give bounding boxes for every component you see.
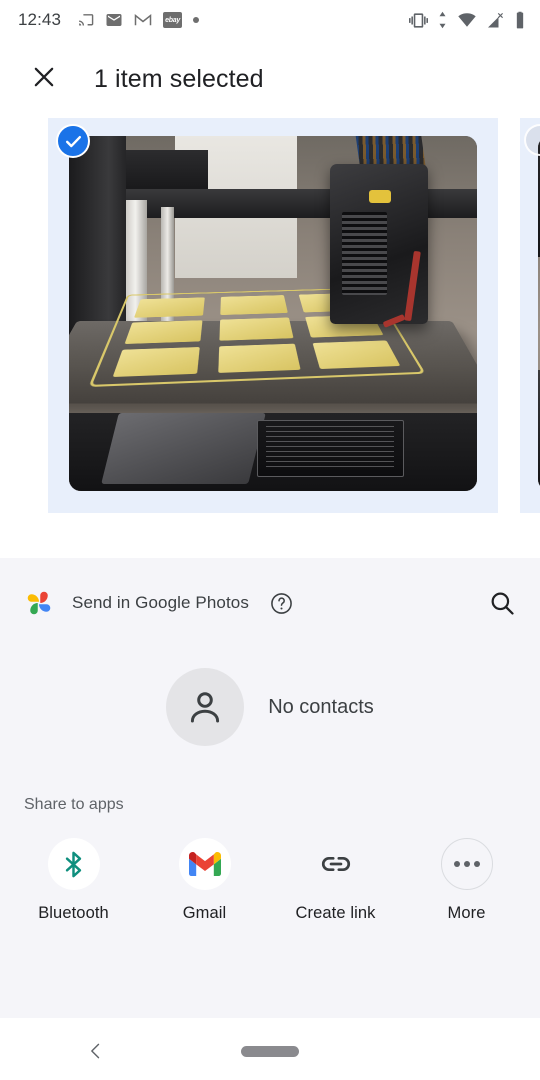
check-circle-icon[interactable]	[56, 124, 90, 158]
share-target-label: Create link	[295, 904, 376, 922]
contacts-row: No contacts	[0, 632, 540, 782]
share-target-more[interactable]: More	[401, 838, 532, 923]
send-in-google-photos-row[interactable]: Send in Google Photos	[0, 574, 540, 632]
share-target-gmail[interactable]: Gmail	[139, 838, 270, 923]
share-target-bluetooth[interactable]: Bluetooth	[8, 838, 139, 923]
share-target-create-link[interactable]: Create link	[270, 838, 401, 923]
share-targets-row: Bluetooth Gmail Create link More	[0, 814, 540, 923]
status-bar-notification-icons: ebay	[77, 11, 200, 29]
unchecked-circle-icon[interactable]	[524, 124, 540, 156]
help-circle-icon[interactable]	[269, 591, 294, 616]
selected-images-strip[interactable]	[0, 118, 540, 513]
ebay-icon: ebay	[163, 12, 183, 28]
status-bar-system-icons	[409, 11, 526, 30]
wifi-icon	[457, 11, 477, 29]
status-bar: 12:43 ebay	[0, 0, 540, 40]
image-thumbnail-unselected[interactable]	[520, 118, 540, 513]
photo-content	[69, 136, 477, 491]
status-bar-clock: 12:43	[18, 10, 62, 29]
cast-icon	[77, 12, 94, 29]
more-horizontal-icon	[440, 838, 493, 890]
data-transfer-icon	[437, 11, 448, 29]
back-chevron-icon[interactable]	[86, 1041, 106, 1061]
selection-header: 1 item selected	[0, 40, 540, 118]
share-sheet: Send in Google Photos No contacts Share …	[0, 558, 540, 1018]
share-target-label: Gmail	[182, 904, 227, 922]
gmail-icon	[134, 11, 152, 29]
page-title: 1 item selected	[94, 64, 264, 93]
strip-sheet-gap	[0, 513, 540, 558]
send-in-google-photos-label: Send in Google Photos	[72, 593, 249, 612]
mail-icon	[105, 11, 123, 29]
system-navigation-bar	[0, 1022, 540, 1080]
3d-printer-photo[interactable]	[69, 136, 477, 491]
gmail-icon	[178, 838, 231, 890]
close-icon	[30, 63, 58, 96]
share-target-label: Bluetooth	[38, 904, 109, 922]
search-icon[interactable]	[488, 589, 516, 617]
image-thumbnail-selected[interactable]	[48, 118, 498, 513]
close-button[interactable]	[20, 55, 68, 103]
bluetooth-icon	[47, 838, 100, 890]
more-notification-dot-icon	[193, 17, 200, 23]
google-photos-icon	[24, 588, 54, 618]
home-pill-handle[interactable]	[241, 1045, 299, 1057]
vibrate-icon	[409, 11, 428, 30]
share-to-apps-label: Share to apps	[24, 796, 124, 813]
link-icon	[310, 838, 362, 890]
avatar	[166, 668, 245, 746]
share-target-label: More	[447, 904, 486, 922]
no-contacts-label: No contacts	[268, 695, 374, 718]
cellular-no-signal-icon	[486, 11, 505, 29]
battery-icon	[514, 11, 526, 30]
